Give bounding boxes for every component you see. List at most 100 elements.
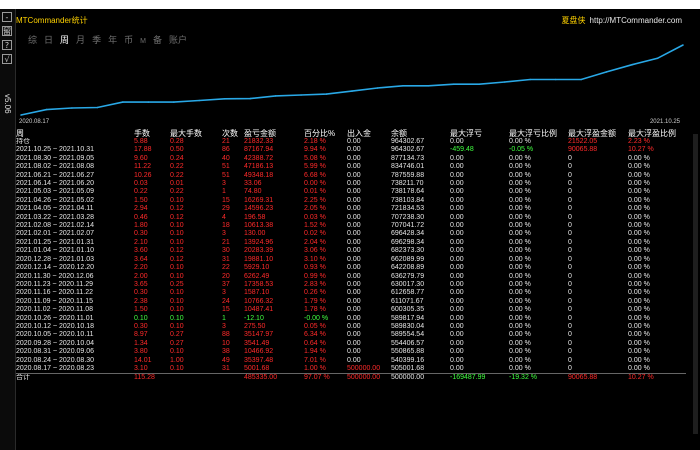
cell-max-fp-pct: 0.00 % xyxy=(628,314,650,322)
cell-max-fp-pct: 0.00 % xyxy=(628,180,650,188)
check-icon[interactable]: √ xyxy=(2,54,12,64)
column-header[interactable]: 百分比% xyxy=(304,129,347,138)
cell-max-fp: 0 xyxy=(568,238,572,246)
table-row[interactable]: 2021.10.25 ~ 2021.10.31 17.88 0.50 86 87167.… xyxy=(16,146,686,154)
cell-lots: 5.88 xyxy=(134,138,148,145)
table-row[interactable]: 2021.06.21 ~ 2021.06.27 10.26 0.22 51 49348.… xyxy=(16,172,686,180)
cell-count: 40 xyxy=(222,154,230,162)
table-row[interactable]: 2020.12.14 ~ 2020.12.20 2.20 0.10 22 5929.10… xyxy=(16,264,686,272)
table-row[interactable]: 2020.10.12 ~ 2020.10.18 0.30 0.10 3 275.50 0.… xyxy=(16,323,686,331)
cell-inout: 0.00 xyxy=(347,138,361,145)
cell-inout: 0.00 xyxy=(347,180,361,188)
cell-max-lots: 0.10 xyxy=(170,289,184,297)
table-row[interactable]: 2020.09.28 ~ 2020.10.04 1.34 0.27 10 3541.49… xyxy=(16,340,686,348)
column-header[interactable]: 次数 xyxy=(222,129,244,138)
column-header[interactable]: 手数 xyxy=(134,129,170,138)
cell-pct: 2.25 % xyxy=(304,196,326,204)
column-header[interactable]: 最大浮盈比例 xyxy=(628,129,686,138)
cell-count: 37 xyxy=(222,280,230,288)
help-icon[interactable]: ? xyxy=(2,40,12,50)
cell-pct: 3.06 % xyxy=(304,247,326,255)
table-row[interactable]: 2021.06.14 ~ 2021.06.20 0.03 0.01 3 33.06 0.0… xyxy=(16,180,686,188)
cell-max-fp: 90065.88 xyxy=(568,146,598,154)
cell-max-dd: 0.00 xyxy=(450,154,464,162)
cell-inout: 0.00 xyxy=(347,171,361,179)
column-header[interactable]: 盈亏金额 xyxy=(244,129,304,138)
table-row[interactable]: 2020.11.23 ~ 2020.11.29 3.65 0.25 37 17358.5… xyxy=(16,281,686,289)
cell-max-fp-pct: 0.00 % xyxy=(628,238,650,246)
table-row[interactable]: 2020.08.17 ~ 2020.08.23 3.10 0.10 31 5001.68… xyxy=(16,365,686,374)
cell-max-fp-pct: 0.00 % xyxy=(628,247,650,255)
table-row[interactable]: 2020.10.05 ~ 2020.10.11 8.97 0.27 88 35147.9… xyxy=(16,331,686,339)
holding-row[interactable]: 持仓 5.88 0.28 21 21832.33 2.18 % 0.00 964302.67 0… xyxy=(16,138,686,146)
balance-point-13 xyxy=(351,90,353,92)
cell-max-dd: 0.00 xyxy=(450,322,464,330)
cell-pnl: 10487.41 xyxy=(244,306,274,314)
table-row[interactable]: 2020.08.31 ~ 2020.09.06 3.80 0.10 38 10466.9… xyxy=(16,348,686,356)
column-header[interactable]: 余额 xyxy=(391,129,450,138)
column-header[interactable]: 出入金 xyxy=(347,129,391,138)
balance-chart-svg xyxy=(20,44,684,116)
cell-max-fp-pct: 0.00 % xyxy=(628,322,650,330)
scrollbar[interactable] xyxy=(693,134,698,434)
total-row[interactable]: 合计 115.28 485335.00 97.07 % 500000.00 500000.… xyxy=(16,373,686,383)
table-row[interactable]: 2020.11.30 ~ 2020.12.06 2.00 0.10 20 6262.49… xyxy=(16,273,686,281)
cell-pct: 2.83 % xyxy=(304,280,326,288)
cell-max-lots: 0.10 xyxy=(170,322,184,330)
cell-max-fp-pct: 0.00 % xyxy=(628,163,650,171)
cell-count xyxy=(222,373,244,383)
balance-point-26 xyxy=(682,44,684,46)
cell-pct: 9.94 % xyxy=(304,146,326,154)
table-row[interactable]: 2021.04.05 ~ 2021.04.11 2.94 0.12 29 14596.2… xyxy=(16,205,686,213)
column-header[interactable]: 最大浮亏比例 xyxy=(509,129,568,138)
table-row[interactable]: 2020.11.02 ~ 2020.11.08 1.50 0.10 15 10487.4… xyxy=(16,306,686,314)
table-row[interactable]: 2021.04.26 ~ 2021.05.02 1.50 0.10 15 16269.3… xyxy=(16,197,686,205)
column-header[interactable]: 最大浮亏 xyxy=(450,129,509,138)
cell-balance: 589830.04 xyxy=(391,322,425,330)
cell-max-lots: 0.10 xyxy=(170,364,184,372)
table-row[interactable]: 2020.11.09 ~ 2020.11.15 2.38 0.10 24 10766.3… xyxy=(16,298,686,306)
cell-pct: 0.26 % xyxy=(304,289,326,297)
trader-url[interactable]: http://MTCommander.com xyxy=(590,16,682,25)
column-header[interactable]: 最大手数 xyxy=(170,129,222,138)
column-header[interactable]: 最大浮盈金额 xyxy=(568,129,628,138)
cell-max-lots: 0.10 xyxy=(170,238,184,246)
table-row[interactable]: 2020.12.28 ~ 2021.01.03 3.64 0.12 31 19881.1… xyxy=(16,256,686,264)
table-row[interactable]: 2021.08.02 ~ 2021.08.08 11.22 0.22 51 47186.… xyxy=(16,163,686,171)
cell-pct: 3.10 % xyxy=(304,255,326,263)
cell-count: 88 xyxy=(222,331,230,339)
table-row[interactable]: 2021.01.25 ~ 2021.01.31 2.10 0.10 21 13924.9… xyxy=(16,239,686,247)
cell-lots: 0.30 xyxy=(134,289,148,297)
balance-series-line xyxy=(20,44,684,116)
pin-icon[interactable]: 留 xyxy=(2,26,12,36)
table-row[interactable]: 2020.08.24 ~ 2020.08.30 14.01 1.00 49 35397.… xyxy=(16,357,686,365)
window-title: MTCommander统计 xyxy=(16,16,88,25)
cell-period: 2020.10.12 ~ 2020.10.18 xyxy=(16,322,95,330)
cell-pct: 1.79 % xyxy=(304,297,326,305)
cell-inout: 0.00 xyxy=(347,322,361,330)
table-row[interactable]: 2021.02.01 ~ 2021.02.07 0.30 0.10 3 130.00 0.… xyxy=(16,230,686,238)
column-header[interactable]: 周 xyxy=(16,129,134,138)
table-row[interactable]: 2021.03.22 ~ 2021.03.28 0.46 0.12 4 196.58 0.… xyxy=(16,214,686,222)
cell-lots: 2.94 xyxy=(134,205,148,213)
cell-lots: 14.01 xyxy=(134,356,152,364)
cell-pnl: 16269.31 xyxy=(244,196,274,204)
table-row[interactable]: 2021.08.30 ~ 2021.09.05 9.60 0.24 40 42388.7… xyxy=(16,155,686,163)
cell-balance: 738103.84 xyxy=(391,196,425,204)
table-row[interactable]: 2020.11.16 ~ 2020.11.22 0.30 0.10 3 1587.10 0… xyxy=(16,289,686,297)
table-row[interactable]: 2021.02.08 ~ 2021.02.14 1.80 0.10 18 10613.3… xyxy=(16,222,686,230)
cell-pct: 0.01 % xyxy=(304,188,326,196)
balance-point-22 xyxy=(580,78,582,81)
cell-max-dd-pct: 0.00 % xyxy=(509,138,531,145)
cell-max-dd-pct: 0.00 % xyxy=(509,348,531,356)
table-row[interactable]: 2021.05.03 ~ 2021.05.09 0.22 0.22 1 74.80 0.0… xyxy=(16,188,686,196)
cell-max-fp-pct: 0.00 % xyxy=(628,171,650,179)
cell-balance: 707238.30 xyxy=(391,213,425,221)
table-row[interactable]: 2020.10.26 ~ 2020.11.01 0.10 0.10 1 -12.10 -0… xyxy=(16,315,686,323)
cell-count: 49 xyxy=(222,356,230,364)
cell-count: 4 xyxy=(222,213,226,221)
table-row[interactable]: 2021.01.04 ~ 2021.01.10 3.60 0.12 30 20283.3… xyxy=(16,247,686,255)
minimize-icon[interactable]: - xyxy=(2,12,12,22)
cell-pct: 0.93 % xyxy=(304,264,326,272)
cell-balance: 540399.16 xyxy=(391,356,425,364)
